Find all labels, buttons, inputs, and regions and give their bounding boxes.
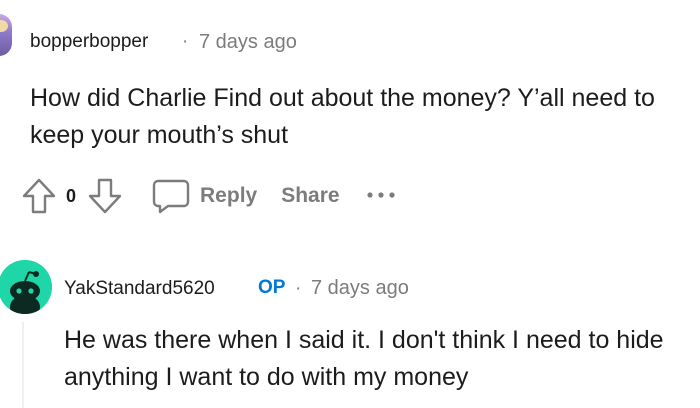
comment-author[interactable]: bopperbopper	[30, 31, 148, 53]
share-button[interactable]: Share	[281, 184, 339, 208]
comment-timestamp[interactable]: 7 days ago	[199, 31, 297, 54]
thread-line[interactable]	[22, 322, 24, 408]
comment-bubble-icon	[152, 179, 190, 214]
meta-separator: ·	[182, 31, 189, 52]
downvote-arrow-icon	[88, 178, 122, 214]
downvote-button[interactable]	[88, 178, 122, 214]
meta-separator: ·	[295, 278, 302, 299]
more-options-button[interactable]	[366, 187, 396, 205]
reply-button[interactable]: Reply	[152, 178, 257, 214]
op-badge: OP	[258, 277, 286, 298]
avatar[interactable]	[0, 14, 12, 56]
avatar[interactable]	[0, 260, 52, 314]
vote-count: 0	[66, 185, 77, 206]
comment-timestamp[interactable]: 7 days ago	[311, 277, 409, 300]
snoo-avatar-icon	[0, 260, 52, 314]
upvote-button[interactable]	[22, 178, 56, 214]
reply-label: Reply	[200, 184, 258, 207]
ellipsis-icon	[366, 192, 395, 198]
comment-body: How did Charlie Find out about the money…	[30, 84, 655, 149]
upvote-arrow-icon	[22, 178, 56, 214]
comment-body: He was there when I said it. I don't thi…	[64, 326, 664, 391]
comment-action-bar: 0 Reply Share	[22, 176, 396, 216]
comment-author[interactable]: YakStandard5620	[64, 278, 215, 300]
